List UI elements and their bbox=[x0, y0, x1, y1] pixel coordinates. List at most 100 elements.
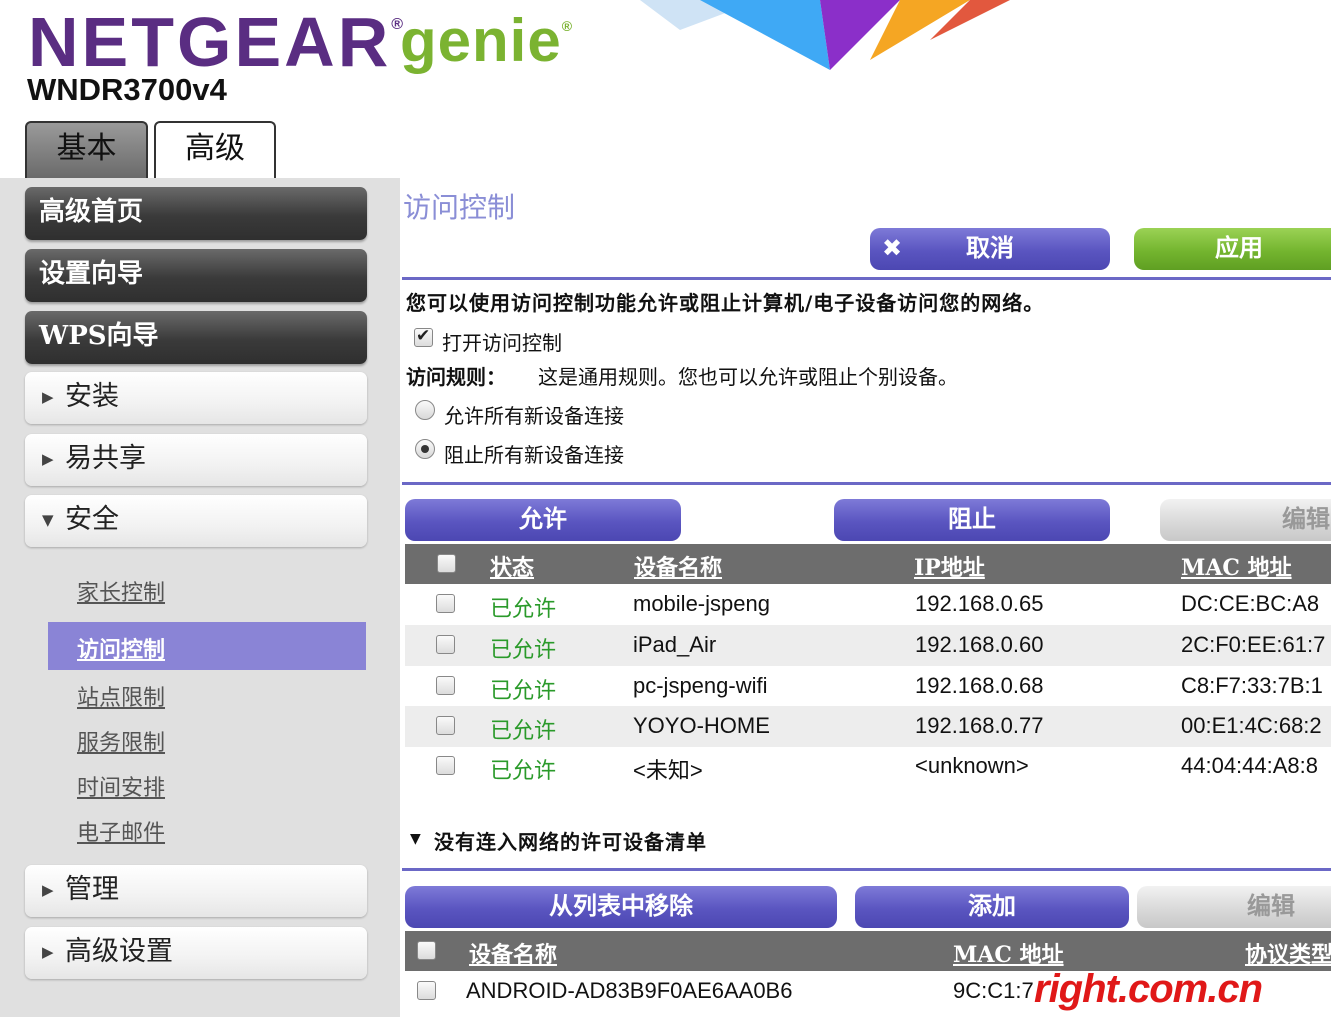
active-item-pointer bbox=[346, 622, 366, 670]
description-text: 您可以使用访问控制功能允许或阻止计算机/电子设备访问您的网络。 bbox=[406, 291, 1045, 315]
row-mac: DC:CE:BC:A8 bbox=[1181, 591, 1320, 616]
cancel-button[interactable]: ✖ 取消 bbox=[870, 228, 1110, 270]
allow-button[interactable]: 允许 bbox=[405, 499, 681, 541]
row-mac: 2C:F0:EE:61:7 bbox=[1181, 632, 1326, 657]
row-ip: 192.168.0.68 bbox=[915, 673, 1044, 698]
sidebar-section-label: 高级设置 bbox=[65, 936, 173, 967]
chevron-right-icon: ▶ bbox=[42, 881, 54, 899]
table-row: 已允许 YOYO-HOME 192.168.0.77 00:E1:4C:68:2 bbox=[405, 706, 1331, 747]
row-checkbox[interactable] bbox=[436, 594, 455, 613]
row-ip: <unknown> bbox=[915, 753, 1029, 778]
divider bbox=[402, 868, 1331, 871]
column-header-device-name[interactable]: 设备名称 bbox=[634, 550, 722, 582]
model-name: WNDR3700v4 bbox=[27, 72, 227, 107]
sidebar-section-label: 安全 bbox=[65, 504, 119, 535]
chevron-right-icon: ▶ bbox=[42, 943, 54, 961]
allow-new-devices-radio[interactable] bbox=[415, 400, 435, 420]
table-row: 已允许 iPad_Air 192.168.0.60 2C:F0:EE:61:7 bbox=[405, 625, 1331, 666]
block-new-devices-radio[interactable] bbox=[415, 439, 435, 459]
offline-table-header: 设备名称 MAC 地址 协议类型 bbox=[405, 931, 1331, 971]
enable-access-control-label: 打开访问控制 bbox=[442, 331, 562, 355]
table-row: 已允许 <未知> <unknown> 44:04:44:A8:8 bbox=[405, 746, 1331, 787]
watermark: right.com.cn bbox=[1034, 967, 1263, 1011]
row-ip: 192.168.0.60 bbox=[915, 632, 1044, 657]
sidebar-item-schedule[interactable]: 时间安排 bbox=[77, 770, 165, 802]
page-title: 访问控制 bbox=[403, 191, 516, 224]
row-device-name: ANDROID-AD83B9F0AE6AA0B6 bbox=[466, 978, 793, 1003]
divider bbox=[402, 482, 1331, 485]
column-header-protocol[interactable]: 协议类型 bbox=[1245, 937, 1331, 969]
row-device-name: iPad_Air bbox=[633, 632, 717, 657]
sidebar-wps-wizard-button[interactable]: WPS向导 bbox=[25, 311, 367, 364]
add-button[interactable]: 添加 bbox=[855, 886, 1129, 928]
banner-graphic bbox=[640, 0, 1010, 70]
cancel-button-label: 取消 bbox=[966, 233, 1014, 262]
column-header-ip[interactable]: IP地址 bbox=[914, 550, 985, 582]
tab-advanced[interactable]: 高级 bbox=[154, 121, 276, 178]
sidebar-item-access-control[interactable]: 访问控制 bbox=[77, 632, 165, 664]
allow-new-devices-label: 允许所有新设备连接 bbox=[444, 404, 624, 428]
access-rule-text: 这是通用规则。您也可以允许或阻止个别设备。 bbox=[538, 365, 958, 389]
column-header-mac[interactable]: MAC 地址 bbox=[1181, 550, 1292, 582]
row-device-name: mobile-jspeng bbox=[633, 591, 770, 616]
tab-basic[interactable]: 基本 bbox=[25, 121, 148, 178]
close-icon: ✖ bbox=[882, 234, 903, 262]
table-row: 已允许 pc-jspeng-wifi 192.168.0.68 C8:F7:33… bbox=[405, 666, 1331, 707]
chevron-down-icon[interactable]: ▼ bbox=[410, 831, 421, 847]
sidebar-section-setup[interactable]: ▶ 安装 bbox=[25, 372, 367, 424]
offline-devices-section-title[interactable]: 没有连入网络的许可设备清单 bbox=[434, 826, 707, 855]
sidebar-section-label: 管理 bbox=[65, 874, 119, 905]
header: NETGEAR® genie® WNDR3700v4 基本 高级 bbox=[0, 0, 1331, 178]
device-table-header: 状态 设备名称 IP地址 MAC 地址 bbox=[405, 544, 1331, 584]
apply-button[interactable]: 应用 bbox=[1134, 228, 1331, 270]
block-button[interactable]: 阻止 bbox=[834, 499, 1110, 541]
row-device-name: pc-jspeng-wifi bbox=[633, 673, 768, 698]
row-checkbox[interactable] bbox=[436, 756, 455, 775]
sidebar-advanced-home-button[interactable]: 高级首页 bbox=[25, 187, 367, 240]
genie-logo: genie® bbox=[400, 7, 574, 74]
row-checkbox[interactable] bbox=[436, 635, 455, 654]
row-status: 已允许 bbox=[490, 719, 557, 744]
main-content: 访问控制 ✖ 取消 应用 您可以使用访问控制功能允许或阻止计算机/电子设备访问您… bbox=[400, 178, 1331, 1017]
sidebar-item-site-restriction[interactable]: 站点限制 bbox=[77, 680, 165, 712]
row-ip: 192.168.0.77 bbox=[915, 713, 1044, 738]
sidebar-item-email[interactable]: 电子邮件 bbox=[77, 815, 165, 847]
sidebar-section-label: 安装 bbox=[65, 381, 119, 412]
row-checkbox[interactable] bbox=[417, 981, 436, 1000]
sidebar-section-administration[interactable]: ▶ 管理 bbox=[25, 865, 367, 917]
sidebar-setup-wizard-button[interactable]: 设置向导 bbox=[25, 249, 367, 302]
divider bbox=[402, 277, 1331, 280]
select-all-checkbox[interactable] bbox=[437, 554, 456, 573]
row-mac: 44:04:44:A8:8 bbox=[1181, 753, 1319, 778]
row-device-name: <未知> bbox=[633, 758, 703, 783]
offline-select-all-checkbox[interactable] bbox=[417, 941, 436, 960]
row-status: 已允许 bbox=[490, 759, 557, 784]
sidebar-item-parental-control[interactable]: 家长控制 bbox=[77, 575, 165, 607]
sidebar-section-security[interactable]: ▼ 安全 bbox=[25, 495, 367, 547]
column-header-mac[interactable]: MAC 地址 bbox=[953, 937, 1064, 969]
row-status: 已允许 bbox=[490, 638, 557, 663]
sidebar-section-advanced-setup[interactable]: ▶ 高级设置 bbox=[25, 927, 367, 979]
row-mac: 9C:C1:7 bbox=[953, 978, 1034, 1003]
row-device-name: YOYO-HOME bbox=[633, 713, 770, 738]
sidebar-section-label: 易共享 bbox=[65, 443, 146, 474]
row-ip: 192.168.0.65 bbox=[915, 591, 1044, 616]
row-status: 已允许 bbox=[490, 679, 557, 704]
netgear-logo: NETGEAR® bbox=[28, 3, 407, 81]
table-row: 已允许 mobile-jspeng 192.168.0.65 DC:CE:BC:… bbox=[405, 584, 1331, 625]
chevron-down-icon: ▼ bbox=[42, 511, 54, 529]
access-rule-label: 访问规则： bbox=[406, 365, 506, 389]
column-header-status[interactable]: 状态 bbox=[490, 550, 534, 582]
row-mac: 00:E1:4C:68:2 bbox=[1181, 713, 1322, 738]
enable-access-control-checkbox[interactable] bbox=[414, 326, 433, 347]
edit-button[interactable]: 编辑 bbox=[1160, 499, 1331, 541]
sidebar-section-readyshare[interactable]: ▶ 易共享 bbox=[25, 434, 367, 486]
row-checkbox[interactable] bbox=[436, 716, 455, 735]
row-status: 已允许 bbox=[490, 597, 557, 622]
sidebar-item-service-restriction[interactable]: 服务限制 bbox=[77, 725, 165, 757]
column-header-device-name[interactable]: 设备名称 bbox=[469, 937, 557, 969]
row-checkbox[interactable] bbox=[436, 676, 455, 695]
remove-from-list-button[interactable]: 从列表中移除 bbox=[405, 886, 837, 928]
offline-edit-button[interactable]: 编辑 bbox=[1137, 886, 1331, 928]
chevron-right-icon: ▶ bbox=[42, 450, 54, 468]
